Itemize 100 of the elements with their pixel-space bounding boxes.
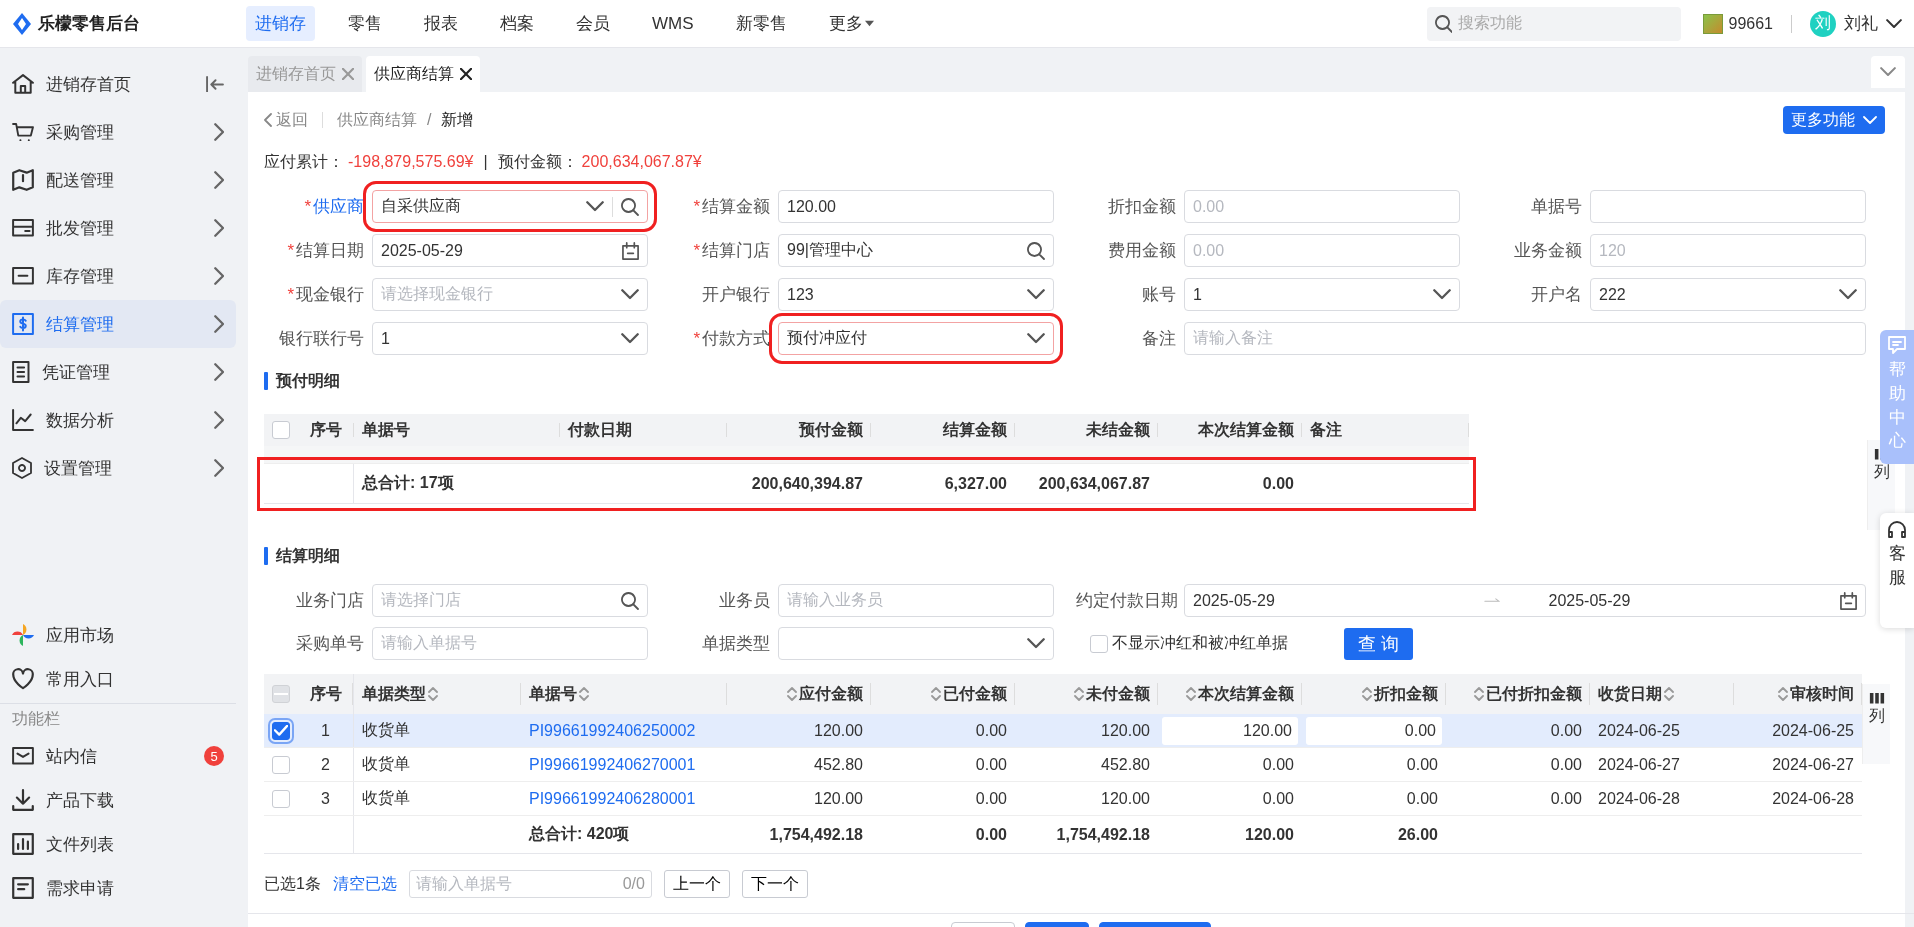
user-name[interactable]: 刘礼 — [1844, 12, 1878, 35]
heart-icon — [12, 668, 34, 690]
column-header: 单据号 — [354, 414, 560, 446]
breadcrumb-link[interactable]: 供应商结算 — [337, 109, 417, 131]
column-settings-button[interactable]: 列 — [1862, 684, 1890, 764]
checkbox-option[interactable]: 不显示冲红和被冲红单据 — [1090, 633, 1288, 654]
chevron-down-icon — [1880, 67, 1896, 77]
columns-icon — [1868, 692, 1885, 705]
column-header[interactable]: 审核时间 — [1734, 674, 1862, 714]
previous-button[interactable]: 上一个 — [663, 870, 730, 898]
sidebar-item[interactable]: 凭证管理 — [0, 348, 236, 396]
sidebar-item[interactable]: 站内信 5 — [0, 734, 236, 778]
total-value: 1,754,492.18 — [768, 824, 864, 845]
nav-item[interactable]: 更多 — [819, 6, 883, 41]
nav-item[interactable]: 档案 — [491, 6, 543, 41]
collapse-icon[interactable] — [206, 75, 224, 93]
column-header[interactable]: 单据类型 — [354, 674, 521, 714]
column-header[interactable]: 单据号 — [521, 674, 727, 714]
document-link[interactable]: PI99661992406280001 — [529, 789, 696, 808]
summary-label: 预付金额： — [497, 151, 578, 172]
column-header[interactable]: 已付折扣金额 — [1446, 674, 1590, 714]
nav-item[interactable]: 进销存 — [246, 6, 315, 41]
table-cell-text: 收货单 — [361, 788, 411, 808]
input-field[interactable]: 120.00 — [1162, 716, 1298, 745]
date-range-field[interactable]: 2025-05-29 2025-05-29 — [1184, 584, 1866, 617]
search-icon — [621, 197, 639, 216]
field-label-link[interactable]: *供应商 — [264, 195, 364, 218]
section-title: 预付明细 — [276, 370, 340, 391]
document-link[interactable]: PI99661992406250002 — [529, 721, 696, 740]
more-button[interactable]: 更多功能 — [1783, 106, 1885, 134]
next-button[interactable]: 下一个 — [741, 870, 808, 898]
nav-item[interactable]: 新零售 — [726, 6, 796, 41]
chevron-right-icon — [213, 219, 224, 237]
table-row[interactable]: 2 收货单 PI99661992406270001 452.80 0.00 452.80 0.00 0.00 0.00 2024-06-27 2024-06-27 — [264, 748, 1862, 782]
table-cell: 1 — [298, 714, 354, 747]
select-field[interactable] — [778, 627, 1054, 660]
document-link[interactable]: PI99661992406270001 — [529, 755, 696, 774]
back-link[interactable]: 返回 — [264, 109, 308, 131]
table-cell-text: 120.00 — [813, 788, 864, 809]
select-field[interactable]: 1 — [1184, 278, 1460, 311]
table-cell-text: 0.00 — [1261, 754, 1295, 775]
input-field[interactable]: 120.00 — [778, 190, 1054, 223]
input-field[interactable]: 0.00 — [1306, 716, 1442, 745]
field-label: 备注 — [1141, 328, 1176, 350]
column-header[interactable]: 收货日期 — [1590, 674, 1734, 714]
nav-item[interactable]: WMS — [643, 7, 703, 40]
summary-value: -198,879,575.69¥ — [348, 153, 474, 171]
sidebar-item[interactable]: 数据分析 — [0, 396, 236, 444]
customer-service-tab[interactable]: 客服 — [1880, 513, 1914, 628]
sort-icon — [1074, 687, 1084, 701]
close-icon[interactable] — [460, 68, 472, 80]
sidebar-item[interactable]: 常用入口 — [0, 657, 236, 701]
nav-item[interactable]: 零售 — [339, 6, 391, 41]
column-header: 序号 — [298, 414, 354, 446]
query-button[interactable]: 查 询 — [1344, 627, 1413, 660]
select-field[interactable]: 123 — [778, 278, 1054, 311]
input-field[interactable] — [1590, 190, 1866, 223]
table-row[interactable]: 3 收货单 PI99661992406280001 120.00 0.00 120.00 0.00 0.00 0.00 2024-06-28 2024-06-28 — [264, 782, 1862, 816]
table-cell-text: 0.00 — [1549, 754, 1583, 775]
table-row[interactable]: 1 收货单 PI99661992406250002 120.00 0.00 120.00 120.00 0.00 0.00 2024-06-25 2024-06-25 — [264, 714, 1862, 748]
table-cell-text: 0.00 — [974, 720, 1008, 741]
sidebar-item[interactable]: 产品下载 — [0, 778, 236, 822]
sidebar-item[interactable]: 文件列表 — [0, 822, 236, 866]
clear-link[interactable]: 清空已选 — [332, 873, 397, 895]
table-cell: 2 — [298, 748, 354, 781]
nav-item[interactable]: 会员 — [567, 6, 619, 41]
date-field[interactable]: 2025-05-29 — [372, 234, 648, 267]
column-header[interactable]: 折扣金额 — [1302, 674, 1446, 714]
sidebar-item[interactable]: 库存管理 — [0, 252, 236, 300]
column-header[interactable]: 应付金额 — [727, 674, 871, 714]
chevron-down-icon[interactable] — [1886, 18, 1902, 29]
select-field[interactable]: 222 — [1590, 278, 1866, 311]
tab[interactable]: 供应商结算 — [366, 56, 480, 92]
sidebar-item[interactable]: 进销存首页 — [0, 60, 236, 108]
sidebar-item[interactable]: 批发管理 — [0, 204, 236, 252]
check-icon — [274, 725, 288, 736]
checkbox[interactable] — [272, 755, 290, 774]
nav-item[interactable]: 报表 — [415, 6, 467, 41]
sort-icon — [1664, 687, 1674, 701]
sidebar-item[interactable]: 设置管理 — [0, 444, 236, 492]
sidebar-item[interactable]: 结算管理 — [0, 300, 236, 348]
table-cell-text: 0.00 — [974, 788, 1008, 809]
table-cell-text: 0.00 — [974, 754, 1008, 775]
sidebar-item[interactable]: 采购管理 — [0, 108, 236, 156]
table-cell-text: 2024-06-25 — [1771, 720, 1855, 741]
sidebar-item[interactable]: 需求申请 — [0, 866, 236, 910]
select-field[interactable]: 1 — [372, 322, 648, 355]
checkbox[interactable] — [272, 789, 290, 808]
total-label: 总合计: 17项 — [360, 473, 455, 493]
sidebar-item[interactable]: 应用市场 — [0, 613, 236, 657]
column-header[interactable]: 已付金额 — [871, 674, 1015, 714]
dropdown-button[interactable] — [1871, 56, 1905, 88]
column-header[interactable]: 未付金额 — [1015, 674, 1158, 714]
search-field[interactable]: 99|管理中心 — [778, 234, 1054, 267]
column-header: 结算金额 — [871, 414, 1015, 446]
checkbox[interactable] — [272, 421, 290, 439]
table-cell-text: 452.80 — [813, 754, 864, 775]
card-icon — [12, 219, 34, 237]
column-header[interactable]: 本次结算金额 — [1158, 674, 1302, 714]
sidebar-item[interactable]: 配送管理 — [0, 156, 236, 204]
